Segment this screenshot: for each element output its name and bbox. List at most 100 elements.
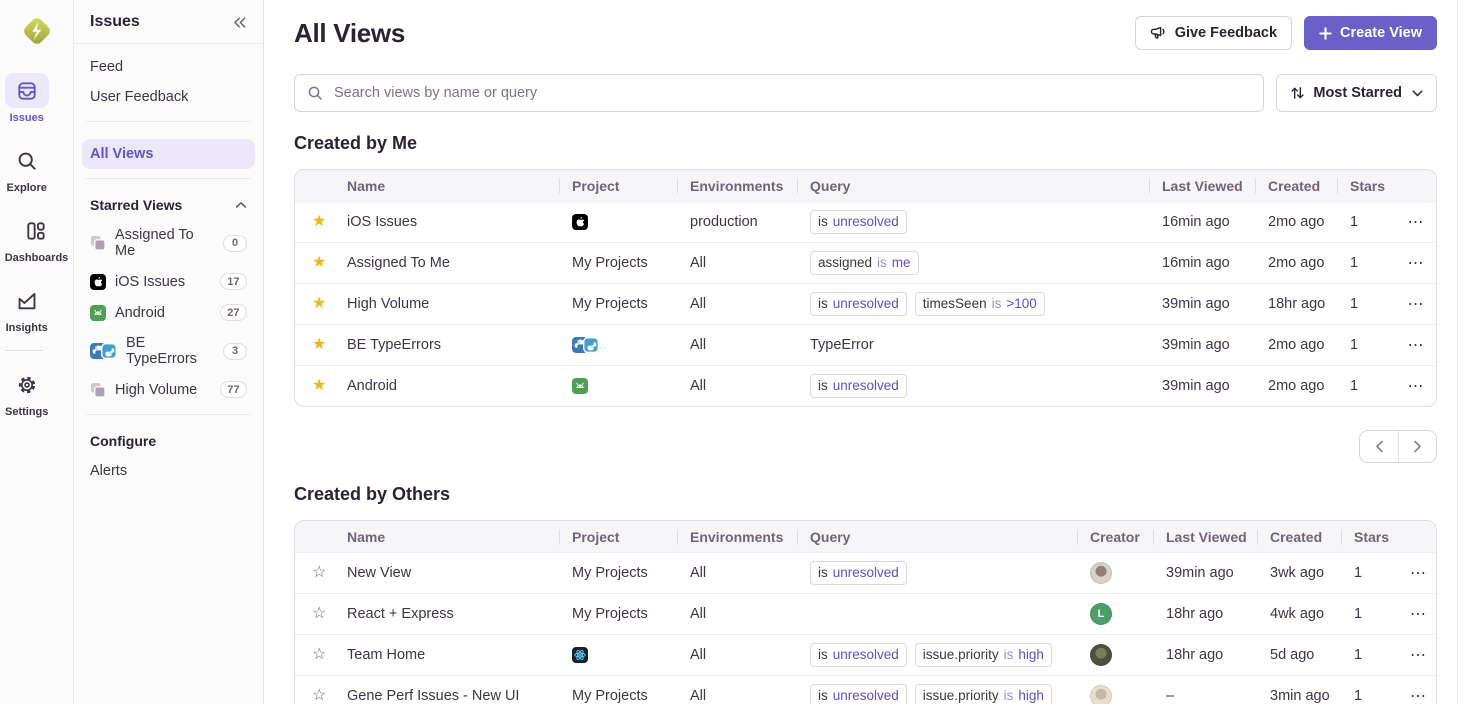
query-token: is <box>818 378 828 395</box>
row-actions-menu-button[interactable]: ⋯ <box>1410 686 1426 704</box>
view-name-link[interactable]: Gene Perf Issues - New UI <box>347 688 519 704</box>
project-icon-cluster <box>90 343 117 359</box>
all-views-label: All Views <box>90 146 153 162</box>
created-value: 3min ago <box>1270 688 1330 704</box>
nav-rail-item-explore[interactable]: Explore <box>5 143 49 194</box>
query-token: unresolved <box>833 565 899 582</box>
give-feedback-button[interactable]: Give Feedback <box>1135 16 1292 50</box>
chevron-down-icon <box>1412 90 1423 97</box>
view-name-link[interactable]: iOS Issues <box>347 214 417 230</box>
nav-rail-item-settings[interactable]: Settings <box>5 367 49 418</box>
row-actions-menu-button[interactable]: ⋯ <box>1410 563 1426 583</box>
environments-label: All <box>690 606 706 622</box>
count-badge: 0 <box>223 235 247 252</box>
divider <box>86 121 251 122</box>
query-token: is <box>818 688 828 704</box>
column-header-query: Query <box>797 178 1149 194</box>
sort-icon <box>1290 86 1305 100</box>
sidebar-starred-item[interactable]: Android27 <box>82 297 255 328</box>
star-outline-icon[interactable]: ☆ <box>295 606 326 622</box>
nav-rail-label: Settings <box>5 406 48 418</box>
last-viewed-value: 16min ago <box>1162 214 1230 230</box>
query-token: is <box>1004 647 1014 664</box>
query-token: >100 <box>1006 296 1036 313</box>
star-count: 1 <box>1354 688 1362 704</box>
star-filled-icon[interactable]: ★ <box>295 378 326 394</box>
star-filled-icon[interactable]: ★ <box>295 255 326 271</box>
query-token: is <box>818 565 828 582</box>
star-filled-icon[interactable]: ★ <box>295 214 326 230</box>
sort-dropdown[interactable]: Most Starred <box>1276 74 1437 112</box>
query-text: TypeError <box>810 337 874 353</box>
previous-page-button[interactable] <box>1360 431 1398 462</box>
query-token: is <box>818 296 828 313</box>
star-count: 1 <box>1350 378 1358 394</box>
view-name-link[interactable]: Team Home <box>347 647 425 663</box>
row-actions-menu-button[interactable]: ⋯ <box>1410 645 1426 665</box>
query-chip: is unresolved <box>810 561 907 585</box>
table-header-row: NameProjectEnvironmentsQueryLast ViewedC… <box>295 170 1436 201</box>
row-actions-menu-button[interactable]: ⋯ <box>1406 335 1426 355</box>
configure-label: Configure <box>90 433 156 449</box>
view-name-link[interactable]: High Volume <box>347 296 429 312</box>
view-name-link[interactable]: React + Express <box>347 606 454 622</box>
nav-rail-item-issues[interactable]: Issues <box>5 73 49 124</box>
count-badge: 77 <box>220 381 247 398</box>
sidebar-starred-item[interactable]: BE TypeErrors3 <box>82 328 255 374</box>
next-page-button[interactable] <box>1398 431 1436 462</box>
row-actions-menu-button[interactable]: ⋯ <box>1406 376 1426 396</box>
created-value: 2mo ago <box>1268 214 1324 230</box>
query-token: is <box>992 296 1002 313</box>
starred-views-header[interactable]: Starred Views <box>74 188 263 220</box>
sidebar-starred-item[interactable]: High Volume77 <box>82 374 255 405</box>
view-name-link[interactable]: New View <box>347 565 411 581</box>
search-input[interactable] <box>332 84 1251 102</box>
environments-label: All <box>690 378 706 394</box>
star-outline-icon[interactable]: ☆ <box>295 688 326 704</box>
created-value: 4wk ago <box>1270 606 1324 622</box>
nav-rail-label: Dashboards <box>5 252 69 264</box>
column-header-stars: Stars <box>1337 178 1393 194</box>
create-view-button[interactable]: Create View <box>1304 16 1437 50</box>
environments-label: All <box>690 647 706 663</box>
sidebar-starred-item[interactable]: iOS Issues17 <box>82 266 255 297</box>
nav-rail-item-insights[interactable]: Insights <box>5 283 49 334</box>
row-actions-menu-button[interactable]: ⋯ <box>1406 253 1426 273</box>
sidebar-item-label: Alerts <box>90 463 127 479</box>
star-outline-icon[interactable]: ☆ <box>295 647 326 663</box>
page-prev-icon <box>1375 440 1384 453</box>
views-table: NameProjectEnvironmentsQueryLast ViewedC… <box>294 169 1437 407</box>
app-root: IssuesExploreDashboardsInsightsSettings … <box>0 0 1471 704</box>
last-viewed-value: – <box>1166 688 1174 704</box>
query-token: high <box>1018 647 1044 664</box>
table-row: ☆React + ExpressMy ProjectsAllL18hr ago4… <box>295 593 1436 634</box>
view-name-link[interactable]: Assigned To Me <box>347 255 450 271</box>
star-filled-icon[interactable]: ★ <box>295 337 326 353</box>
collapse-sidebar-icon[interactable] <box>232 16 247 29</box>
row-actions-menu-button[interactable]: ⋯ <box>1406 294 1426 314</box>
project-icon-cluster <box>572 337 667 353</box>
star-outline-icon[interactable]: ☆ <box>295 565 326 581</box>
last-viewed-value: 39min ago <box>1162 296 1230 312</box>
sentry-logo[interactable] <box>19 13 55 49</box>
chevron-up-icon[interactable] <box>235 201 247 209</box>
scrollbar-gutter[interactable] <box>1457 0 1471 704</box>
column-header-project: Project <box>559 178 677 194</box>
query-token: unresolved <box>833 688 899 704</box>
last-viewed-value: 39min ago <box>1162 337 1230 353</box>
sidebar-item-all-views[interactable]: All Views <box>82 139 255 169</box>
sidebar-item-user-feedback[interactable]: User Feedback <box>82 82 255 112</box>
query-token: unresolved <box>833 214 899 231</box>
environments-label: All <box>690 565 706 581</box>
project-label: My Projects <box>572 606 648 622</box>
row-actions-menu-button[interactable]: ⋯ <box>1406 212 1426 232</box>
sidebar-item-feed[interactable]: Feed <box>82 52 255 82</box>
sidebar-item-alerts[interactable]: Alerts <box>82 456 255 486</box>
sidebar-starred-item[interactable]: Assigned To Me0 <box>82 220 255 266</box>
table-row: ☆Team HomeAllisunresolvedissue.priorityi… <box>295 634 1436 675</box>
row-actions-menu-button[interactable]: ⋯ <box>1410 604 1426 624</box>
view-name-link[interactable]: Android <box>347 378 397 394</box>
nav-rail-item-dashboards[interactable]: Dashboards <box>5 213 69 264</box>
view-name-link[interactable]: BE TypeErrors <box>347 337 441 353</box>
star-filled-icon[interactable]: ★ <box>295 296 326 312</box>
